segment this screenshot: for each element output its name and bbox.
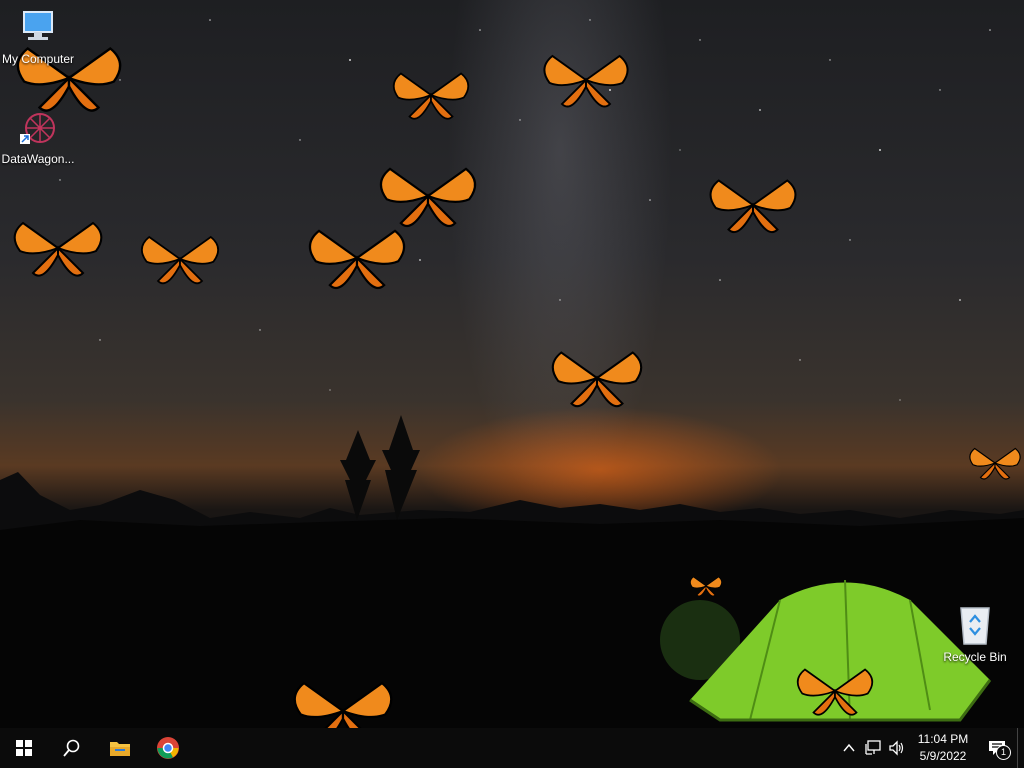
desktop-icon-my-computer[interactable]: My Computer — [0, 8, 76, 66]
notification-count-badge: 1 — [996, 745, 1011, 760]
show-hidden-icons-button[interactable] — [837, 728, 861, 768]
butterfly-icon — [543, 54, 629, 108]
chrome-icon — [157, 737, 179, 759]
butterfly-icon — [690, 576, 722, 597]
butterfly-icon — [796, 668, 874, 716]
system-tray: 11:04 PM 5/9/2022 1 — [837, 728, 1024, 768]
chevron-up-icon — [843, 743, 855, 752]
butterfly-icon — [141, 235, 219, 285]
speaker-icon — [889, 740, 904, 756]
network-icon — [865, 740, 881, 755]
desktop-icon-datawagon[interactable]: DataWagon... — [0, 108, 76, 166]
butterfly-icon — [308, 229, 406, 290]
clock-time: 11:04 PM — [917, 732, 969, 746]
butterfly-icon — [709, 179, 797, 234]
file-explorer-button[interactable] — [96, 728, 144, 768]
desktop-wallpaper — [0, 0, 1024, 728]
desktop-icon-recycle-bin[interactable]: Recycle Bin — [937, 602, 1013, 664]
start-button[interactable] — [0, 728, 48, 768]
computer-icon — [23, 11, 53, 40]
taskbar: 11:04 PM 5/9/2022 1 — [0, 728, 1024, 768]
chrome-button[interactable] — [144, 728, 192, 768]
butterfly-icon — [969, 447, 1021, 480]
taskbar-clock[interactable]: 11:04 PM 5/9/2022 — [909, 731, 977, 765]
datawagon-shortcut-icon — [20, 113, 55, 144]
search-button[interactable] — [48, 728, 96, 768]
show-desktop-button[interactable] — [1017, 728, 1024, 768]
action-center-button[interactable]: 1 — [977, 728, 1017, 768]
folder-icon — [110, 742, 130, 756]
butterfly-icon — [551, 351, 643, 408]
clock-date: 5/9/2022 — [919, 749, 967, 763]
butterfly-icon — [13, 221, 103, 277]
desktop-icon-label: My Computer — [1, 52, 75, 66]
butterfly-icon — [392, 72, 470, 120]
recycle-bin-icon — [960, 607, 990, 645]
desktop-icon-label: Recycle Bin — [943, 650, 1007, 664]
volume-button[interactable] — [885, 728, 909, 768]
network-button[interactable] — [861, 728, 885, 768]
desktop-icon-label: DataWagon... — [1, 152, 75, 166]
search-icon — [63, 739, 80, 757]
windows-logo-icon — [16, 740, 32, 756]
